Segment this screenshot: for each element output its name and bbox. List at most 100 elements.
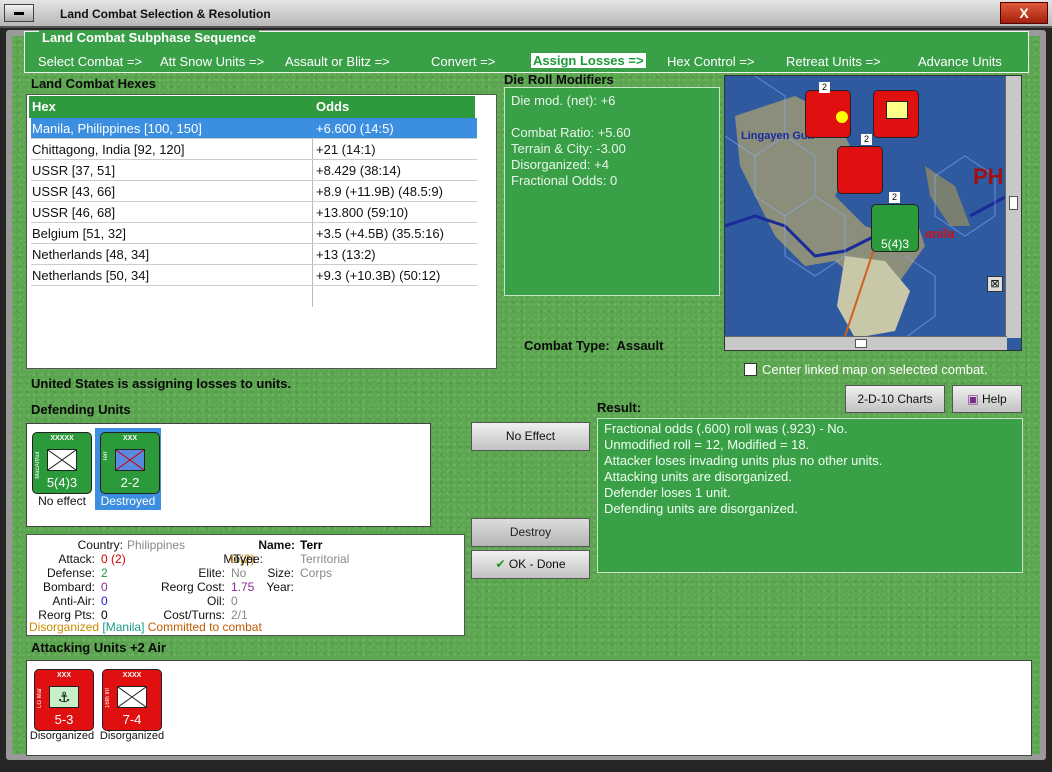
- scroll-thumb[interactable]: [1009, 196, 1018, 210]
- row-odds: +3.5 (+4.5B) (35.5:16): [316, 226, 444, 241]
- counter-badge-icon: [836, 111, 848, 123]
- destroy-button[interactable]: Destroy: [471, 518, 590, 547]
- infantry-icon: [117, 686, 147, 708]
- defending-title: Defending Units: [31, 402, 131, 417]
- minimize-icon[interactable]: ▬: [4, 4, 34, 22]
- result-line: Fractional odds (.600) roll was (.923) -…: [604, 421, 848, 436]
- attacking-unit[interactable]: XXXX 16th Inf 7-4: [102, 669, 162, 731]
- info-size: Corps: [300, 566, 333, 580]
- info-key: Name:: [258, 538, 295, 552]
- crosshair-icon[interactable]: ⊠: [987, 276, 1003, 292]
- hq-icon: [886, 101, 908, 119]
- result-line: Defender loses 1 unit.: [604, 485, 731, 500]
- unit-echelon: XXX: [56, 672, 71, 679]
- result-title: Result:: [597, 400, 642, 415]
- row-hex: USSR [37, 51]: [32, 163, 116, 178]
- info-name: Terr: [300, 538, 323, 552]
- defending-unit[interactable]: XXXXX MacArthur 5(4)3: [32, 432, 92, 494]
- drm-panel: Die mod. (net): +6 Combat Ratio: +5.60 T…: [504, 87, 720, 296]
- map-vertical-scrollbar[interactable]: [1005, 76, 1021, 338]
- status-disorganized: Disorganized: [29, 620, 100, 634]
- unit-name: LG Mar: [37, 688, 43, 709]
- table-row[interactable]: Manila, Philippines [100, 150] +6.600 (14…: [31, 118, 477, 139]
- attacking-unit[interactable]: XXX LG Mar ⚓ 5-3: [34, 669, 94, 731]
- info-key: Country:: [77, 538, 123, 552]
- info-oil: 0: [231, 594, 238, 608]
- checkmark-icon: ✔: [495, 557, 509, 571]
- info-antiair: 0: [101, 594, 108, 608]
- info-key: Elite:: [198, 566, 225, 580]
- map-counter-macarthur[interactable]: 5(4)3: [871, 204, 919, 252]
- col-odds[interactable]: Odds: [316, 99, 349, 114]
- ok-done-label: OK - Done: [508, 557, 566, 571]
- table-row[interactable]: Chittagong, India [92, 120] +21 (14:1): [31, 139, 477, 160]
- combat-type-value: Assault: [616, 338, 664, 353]
- ok-done-button[interactable]: ✔ OK - Done: [471, 550, 590, 579]
- infantry-icon: [47, 449, 77, 471]
- info-attack: 0 (2): [101, 552, 126, 566]
- hex-list-header: Hex Odds: [29, 96, 475, 118]
- drm-spacer: [511, 109, 713, 125]
- marine-anchor-icon: ⚓: [49, 686, 79, 708]
- subphase-sequence: Land Combat Subphase Sequence Select Com…: [24, 30, 1029, 73]
- hexes-title: Land Combat Hexes: [31, 76, 156, 91]
- window-title: Land Combat Selection & Resolution: [60, 7, 271, 21]
- help-label: Help: [981, 392, 1007, 406]
- map-counter-marine[interactable]: [837, 146, 883, 194]
- stack-count: 2: [819, 82, 830, 93]
- info-status: Disorganized [Manila] Committed to comba…: [29, 620, 262, 634]
- window: ▬ Land Combat Selection & Resolution X L…: [0, 0, 1052, 772]
- territorial-icon: [115, 449, 145, 471]
- map-label-gulf: Lingayen Gulf: [741, 130, 815, 142]
- result-line: Unmodified roll = 12, Modified = 18.: [604, 437, 810, 452]
- step-retreat: Retreat Units =>: [786, 54, 881, 69]
- drm-line: Die mod. (net): +6: [511, 93, 616, 108]
- table-row[interactable]: Belgium [51, 32] +3.5 (+4.5B) (35.5:16): [31, 223, 477, 244]
- row-hex: Netherlands [50, 34]: [32, 268, 150, 283]
- hex-rows: Manila, Philippines [100, 150] +6.600 (14…: [29, 118, 477, 307]
- stack-count: 2: [861, 134, 872, 145]
- col-hex[interactable]: Hex: [32, 99, 56, 114]
- table-row[interactable]: USSR [46, 68] +13.800 (59:10): [31, 202, 477, 223]
- map-counter-air[interactable]: [805, 90, 851, 138]
- charts-button[interactable]: 2-D-10 Charts: [845, 385, 945, 413]
- unit-strength: 5(4)3: [46, 475, 78, 490]
- center-linked-label: Center linked map on selected combat.: [762, 362, 988, 377]
- table-row[interactable]: Netherlands [50, 34] +9.3 (+10.3B) (50:12…: [31, 265, 477, 286]
- center-linked-checkbox[interactable]: [744, 363, 757, 376]
- row-odds: +6.600 (14:5): [316, 121, 394, 136]
- info-key: Defense:: [46, 566, 95, 580]
- result-line: Defending units are disorganized.: [604, 501, 798, 516]
- step-att-snow: Att Snow Units =>: [160, 54, 265, 69]
- unit-name: 16th Inf: [105, 688, 111, 709]
- unit-info-panel: Country: Philippines Attack: 0 (2) Defense…: [26, 534, 465, 636]
- row-odds: +9.3 (+10.3B) (50:12): [316, 268, 441, 283]
- close-button[interactable]: X: [1000, 2, 1048, 24]
- drm-line: Terrain & City: -3.00: [511, 141, 626, 156]
- defending-unit[interactable]: XXX Terr 2-2: [100, 432, 160, 494]
- row-hex: Chittagong, India [92, 120]: [32, 142, 185, 157]
- row-hex: Netherlands [48, 34]: [32, 247, 150, 262]
- hex-list[interactable]: Hex Odds Manila, Philippines [100, 150] +…: [26, 94, 497, 369]
- map-terrain: [725, 76, 1007, 338]
- unit-echelon: XXXXX: [50, 435, 74, 442]
- info-key: Type:: [233, 552, 263, 566]
- drm-line: Fractional Odds: 0: [511, 173, 618, 188]
- info-key: Reorg Cost:: [160, 580, 225, 594]
- map-horizontal-scrollbar[interactable]: [725, 336, 1007, 350]
- table-row[interactable]: USSR [37, 51] +8.429 (38:14): [31, 160, 477, 181]
- step-select-combat: Select Combat =>: [38, 54, 143, 69]
- info-key: Anti-Air:: [52, 594, 95, 608]
- no-effect-button[interactable]: No Effect: [471, 422, 590, 451]
- table-row[interactable]: USSR [43, 66] +8.9 (+11.9B) (48.5:9): [31, 181, 477, 202]
- table-row[interactable]: Netherlands [48, 34] +13 (13:2): [31, 244, 477, 265]
- row-odds: +13.800 (59:10): [316, 205, 409, 220]
- result-line: Attacking units are disorganized.: [604, 469, 792, 484]
- scroll-thumb[interactable]: [855, 339, 867, 348]
- map-counter-hq[interactable]: [873, 90, 919, 138]
- unit-strength: 2-2: [120, 475, 140, 490]
- info-key: Size:: [267, 566, 294, 580]
- help-button[interactable]: ▣ Help: [952, 385, 1022, 413]
- step-advance: Advance Units: [918, 54, 1002, 69]
- linked-map[interactable]: Lingayen Gulf PH anila 5(4)3 2 2 2 ⊠: [724, 75, 1022, 351]
